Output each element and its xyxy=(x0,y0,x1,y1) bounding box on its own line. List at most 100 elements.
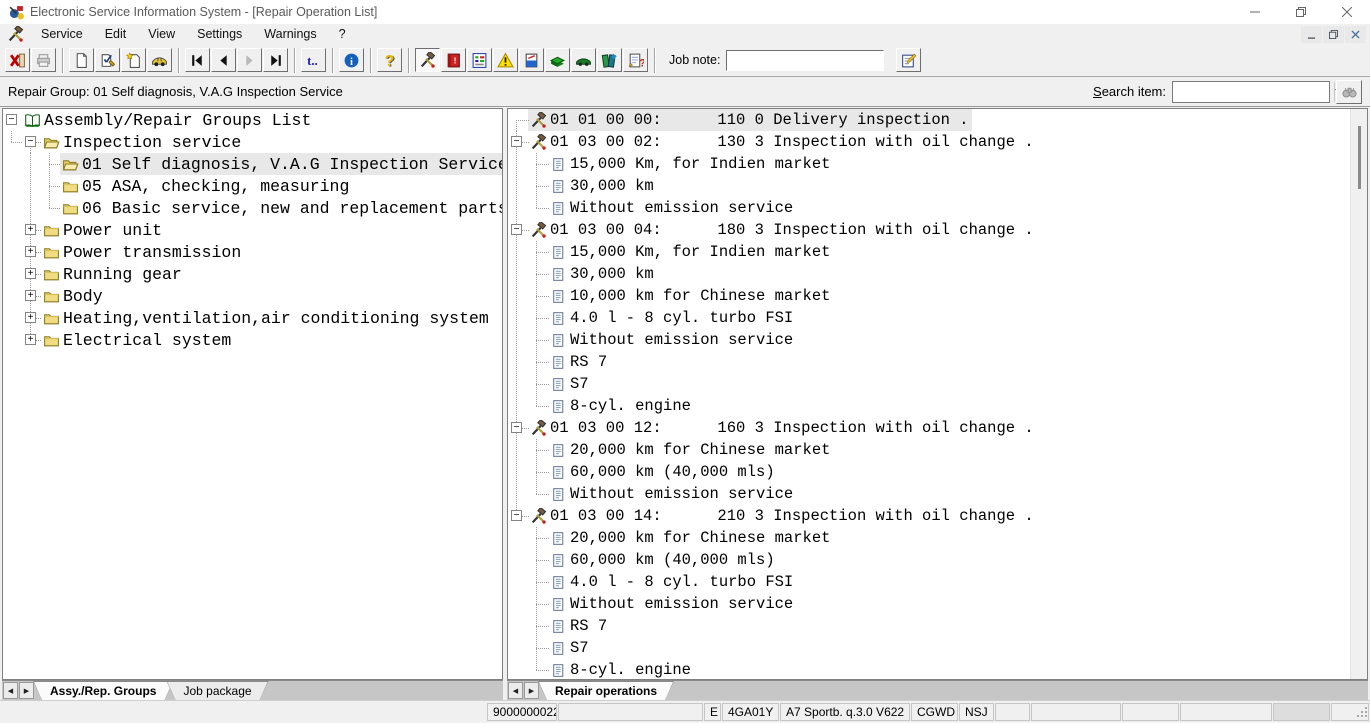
repair-operation-item[interactable]: S7 xyxy=(508,373,1367,395)
menu-item-warnings[interactable]: Warnings xyxy=(253,24,327,44)
assembly-group-item[interactable]: +Body xyxy=(3,285,502,307)
first-record-button[interactable] xyxy=(185,48,210,72)
wiring-manual-button[interactable]: ! xyxy=(441,48,466,72)
repair-operation-item[interactable]: 20,000 km for Chinese market xyxy=(508,439,1367,461)
search-item-input[interactable] xyxy=(1173,82,1334,102)
mdi-minimize-button[interactable] xyxy=(1301,26,1322,43)
assembly-group-item[interactable]: 06 Basic service, new and replacement pa… xyxy=(3,197,502,219)
mdi-restore-button[interactable] xyxy=(1323,26,1344,43)
search-button[interactable] xyxy=(1336,80,1362,104)
assembly-group-item[interactable]: +Electrical system xyxy=(3,329,502,351)
collapse-toggle[interactable]: − xyxy=(6,114,17,125)
help-button[interactable]: ?? xyxy=(377,48,402,72)
expand-toggle[interactable]: + xyxy=(25,290,36,301)
menu-item-view[interactable]: View xyxy=(137,24,186,44)
warnings-button[interactable] xyxy=(493,48,518,72)
expand-toggle[interactable]: + xyxy=(25,268,36,279)
exit-button[interactable] xyxy=(5,48,30,72)
collapse-toggle[interactable]: − xyxy=(511,510,522,521)
component-list-button[interactable] xyxy=(467,48,492,72)
maintenance-tables-button[interactable] xyxy=(545,48,570,72)
collapse-toggle[interactable]: − xyxy=(511,136,522,147)
previous-record-button[interactable] xyxy=(211,48,236,72)
tab-job-package[interactable]: Job package xyxy=(166,681,268,700)
repair-operation-item[interactable]: 8-cyl. engine xyxy=(508,395,1367,417)
document-help-button[interactable]: ? xyxy=(623,48,648,72)
manuals-button[interactable] xyxy=(597,48,622,72)
close-button[interactable] xyxy=(1324,0,1370,24)
collapse-toggle[interactable]: − xyxy=(511,224,522,235)
assembly-group-item[interactable]: −Assembly/Repair Groups List xyxy=(3,109,502,131)
repair-operation-item[interactable]: Without emission service xyxy=(508,483,1367,505)
assembly-group-item[interactable]: +Heating,ventilation,air conditioning sy… xyxy=(3,307,502,329)
job-note-edit-button[interactable] xyxy=(896,48,921,72)
expand-toggle[interactable]: + xyxy=(25,246,36,257)
menu-item-edit[interactable]: Edit xyxy=(94,24,138,44)
repair-operation-item[interactable]: 15,000 Km, for Indien market xyxy=(508,241,1367,263)
new-document-button[interactable] xyxy=(121,48,146,72)
tab-scroll-left-button[interactable]: ◀ xyxy=(508,682,523,699)
tab-scroll-right-button[interactable]: ▶ xyxy=(524,682,539,699)
last-record-button[interactable] xyxy=(263,48,288,72)
text-block-button[interactable]: t.. xyxy=(301,48,326,72)
new-record-button[interactable] xyxy=(69,48,94,72)
expand-toggle[interactable]: + xyxy=(25,334,36,345)
repair-operation-item[interactable]: 15,000 Km, for Indien market xyxy=(508,153,1367,175)
assembly-group-item[interactable]: −Inspection service xyxy=(3,131,502,153)
vertical-scrollbar[interactable] xyxy=(1350,109,1367,679)
tab-scroll-left-button[interactable]: ◀ xyxy=(3,682,18,699)
repair-operation-item[interactable]: Without emission service xyxy=(508,329,1367,351)
vehicle-button[interactable] xyxy=(147,48,172,72)
expand-toggle[interactable]: + xyxy=(25,312,36,323)
repair-operations-button[interactable] xyxy=(415,48,440,72)
system-menu-icon[interactable] xyxy=(7,26,24,42)
assembly-group-item[interactable]: 01 Self diagnosis, V.A.G Inspection Serv… xyxy=(3,153,502,175)
repair-operation-item[interactable]: S7 xyxy=(508,637,1367,659)
collapse-toggle[interactable]: − xyxy=(25,136,36,147)
repair-operation-item[interactable]: 60,000 km (40,000 mls) xyxy=(508,549,1367,571)
repair-operation-item[interactable]: 10,000 km for Chinese market xyxy=(508,285,1367,307)
repair-operation-item[interactable]: Without emission service xyxy=(508,197,1367,219)
repair-operation-item[interactable]: 8-cyl. engine xyxy=(508,659,1367,680)
collapse-toggle[interactable]: − xyxy=(511,422,522,433)
menu-item-settings[interactable]: Settings xyxy=(186,24,253,44)
menu-item-service[interactable]: Service xyxy=(30,24,94,44)
tab-repair-operations[interactable]: Repair operations xyxy=(538,681,674,700)
assembly-group-item[interactable]: +Power unit xyxy=(3,219,502,241)
resize-grip[interactable] xyxy=(1356,706,1368,721)
warnings-icon xyxy=(497,52,514,69)
notes-button[interactable] xyxy=(519,48,544,72)
tab-assy-rep-groups[interactable]: Assy./Rep. Groups xyxy=(33,681,173,700)
repair-operation-item[interactable]: 20,000 km for Chinese market xyxy=(508,527,1367,549)
repair-operation-item[interactable]: RS 7 xyxy=(508,351,1367,373)
repair-operation-item[interactable]: 30,000 km xyxy=(508,175,1367,197)
mdi-close-button[interactable] xyxy=(1345,26,1366,43)
scrollbar-thumb[interactable] xyxy=(1358,126,1361,189)
assembly-group-item[interactable]: +Power transmission xyxy=(3,241,502,263)
menu-item-[interactable]: ? xyxy=(328,24,357,44)
restore-button[interactable] xyxy=(1278,0,1324,24)
repair-operation-item[interactable]: 4.0 l - 8 cyl. turbo FSI xyxy=(508,307,1367,329)
repair-operation-item[interactable]: 4.0 l - 8 cyl. turbo FSI xyxy=(508,571,1367,593)
info-button[interactable]: i xyxy=(339,48,364,72)
search-item-combobox[interactable] xyxy=(1172,81,1330,103)
next-record-button[interactable] xyxy=(237,48,262,72)
job-note-input[interactable] xyxy=(726,50,884,71)
repair-operation-item[interactable]: 01 01 00 00: 110 0 Delivery inspection . xyxy=(508,109,1367,131)
repair-operation-item[interactable]: −01 03 00 14: 210 3 Inspection with oil … xyxy=(508,505,1367,527)
repair-operation-item[interactable]: −01 03 00 02: 130 3 Inspection with oil … xyxy=(508,131,1367,153)
repair-operation-item[interactable]: 30,000 km xyxy=(508,263,1367,285)
repair-operation-item[interactable]: RS 7 xyxy=(508,615,1367,637)
repair-operation-item[interactable]: Without emission service xyxy=(508,593,1367,615)
tab-scroll-right-button[interactable]: ▶ xyxy=(19,682,34,699)
minimize-button[interactable] xyxy=(1232,0,1278,24)
repair-operation-item[interactable]: −01 03 00 12: 160 3 Inspection with oil … xyxy=(508,417,1367,439)
expand-toggle[interactable]: + xyxy=(25,224,36,235)
print-button[interactable] xyxy=(31,48,56,72)
repair-operation-item[interactable]: 60,000 km (40,000 mls) xyxy=(508,461,1367,483)
edit-check-button[interactable] xyxy=(95,48,120,72)
vehicle-data-button[interactable] xyxy=(571,48,596,72)
assembly-group-item[interactable]: +Running gear xyxy=(3,263,502,285)
assembly-group-item[interactable]: 05 ASA, checking, measuring xyxy=(3,175,502,197)
repair-operation-item[interactable]: −01 03 00 04: 180 3 Inspection with oil … xyxy=(508,219,1367,241)
